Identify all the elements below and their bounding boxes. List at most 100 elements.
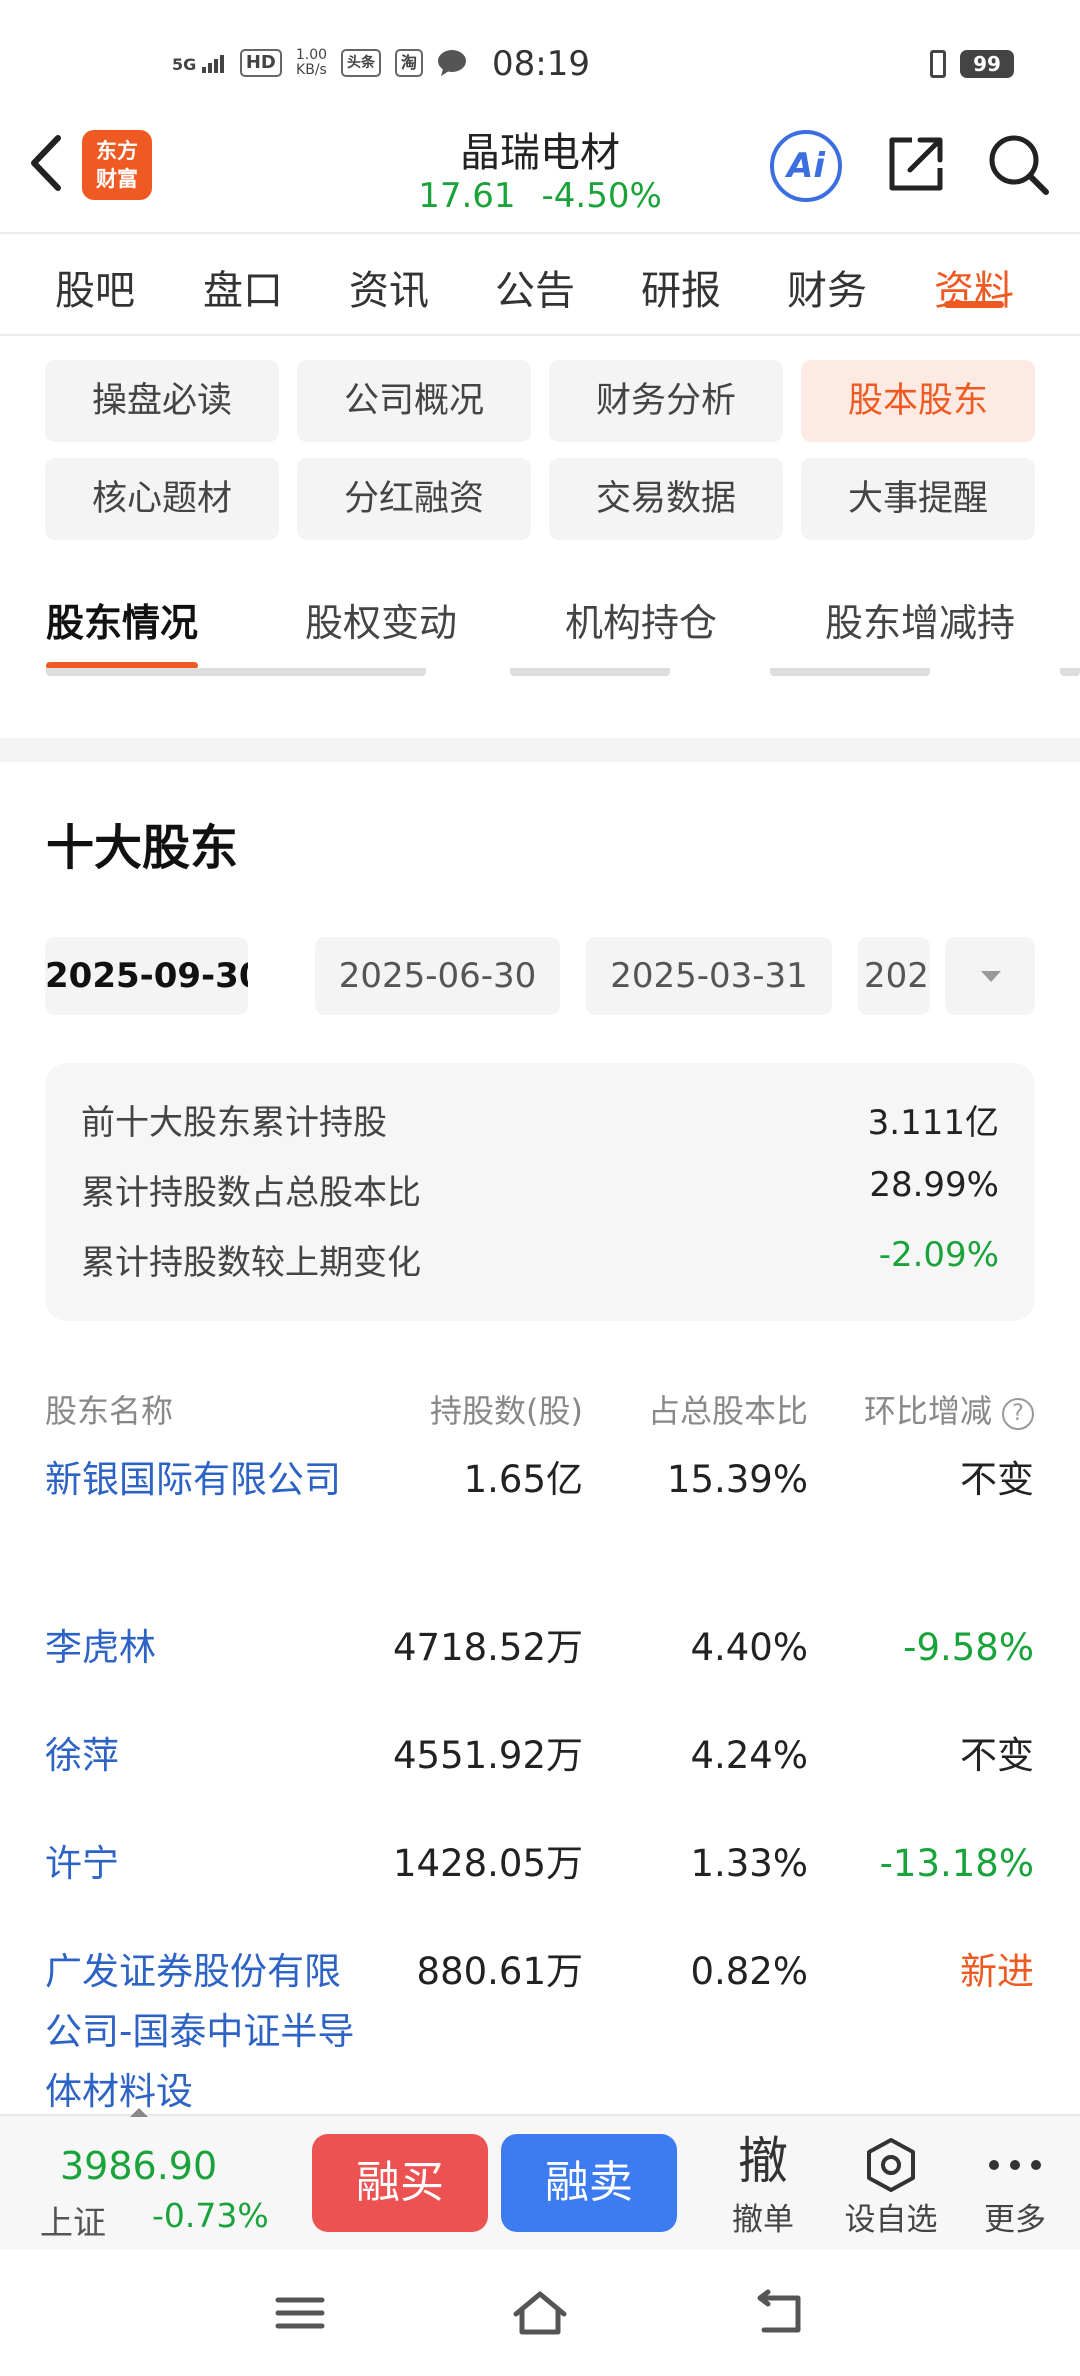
tab-announcement[interactable]: 公告 [495, 236, 575, 316]
share-ratio: 15.39% [666, 1458, 808, 1501]
subtab-shareholders[interactable]: 股本股东 [801, 360, 1035, 442]
cancel-order-label: 撤单 [732, 2202, 794, 2238]
status-bar: 5G HD 1.00 KB/s 头条 淘 08:19 99 [0, 0, 1080, 120]
summary-row: 累计持股数占总股本比 28.99% [81, 1165, 999, 1215]
toutiao-icon: 头条 [341, 49, 382, 77]
index-value[interactable]: 3986.90 [60, 2144, 217, 2188]
section-tab-institution-holdings[interactable]: 机构持仓 [565, 592, 717, 647]
change-value: 不变 [960, 1734, 1034, 1777]
summary-value: 3.111亿 [867, 1103, 999, 1143]
status-icons-right: 99 [930, 50, 1014, 78]
margin-buy-button[interactable]: 融买 [312, 2134, 488, 2232]
summary-row: 累计持股数较上期变化 -2.09% [81, 1235, 999, 1285]
more-dots-icon [989, 2159, 1041, 2170]
shareholder-name[interactable]: 许宁 [45, 1834, 365, 1894]
more-label: 更多 [984, 2202, 1046, 2238]
section-tab-equity-change[interactable]: 股权变动 [305, 592, 457, 647]
subtab-trading-guide[interactable]: 操盘必读 [45, 360, 279, 442]
hd-icon: HD [239, 49, 282, 77]
summary-value: -2.09% [878, 1235, 999, 1275]
date-chip[interactable]: 202 [858, 937, 930, 1015]
tab-pankou[interactable]: 盘口 [203, 236, 283, 316]
column-header-shares: 持股数(股) [430, 1392, 583, 1430]
battery-icon: 99 [960, 50, 1014, 78]
shares-held: 4718.52万 [392, 1626, 583, 1669]
shareholder-name[interactable]: 新银国际有限公司 [45, 1450, 365, 1510]
vibrate-icon [930, 50, 946, 78]
home-icon[interactable] [512, 2288, 568, 2338]
section-tab-shareholder-info[interactable]: 股东情况 [46, 592, 199, 669]
ai-button[interactable]: Ai [770, 130, 842, 202]
stock-change: -4.50% [541, 176, 662, 216]
network-type: 5G [172, 54, 197, 74]
report-date-selector: 2025-09-30 2025-06-30 2025-03-31 202 [45, 937, 1035, 1015]
shares-held: 1428.05万 [392, 1842, 583, 1885]
main-tabs: 股吧 盘口 资讯 公告 研报 财务 资料 [0, 236, 1080, 336]
tab-profile[interactable]: 资料 [934, 236, 1014, 316]
subtab-company-overview[interactable]: 公司概况 [297, 360, 531, 442]
tab-news[interactable]: 资讯 [349, 236, 429, 316]
stock-header: 东方 财富 晶瑞电材 17.61 -4.50% Ai [0, 110, 1080, 234]
subtab-trading-data[interactable]: 交易数据 [549, 458, 783, 540]
expand-caret-icon[interactable] [130, 2108, 148, 2117]
share-ratio: 4.40% [690, 1626, 808, 1669]
cancel-order-button[interactable]: 撤 撤单 [708, 2130, 818, 2239]
speed-value: 1.00 [295, 47, 328, 63]
date-chip[interactable]: 2025-09-30 [45, 937, 248, 1015]
shareholder-name[interactable]: 徐萍 [45, 1726, 365, 1786]
stock-price: 17.61 [418, 176, 516, 216]
summary-label: 累计持股数占总股本比 [81, 1173, 421, 1213]
add-watchlist-button[interactable]: 设自选 [836, 2130, 946, 2239]
add-watchlist-label: 设自选 [844, 2202, 938, 2238]
tab-finance[interactable]: 财务 [787, 236, 867, 316]
shares-held: 4551.92万 [392, 1734, 583, 1777]
subtab-core-themes[interactable]: 核心题材 [45, 458, 279, 540]
column-header-name: 股东名称 [45, 1392, 174, 1430]
date-chip[interactable]: 2025-03-31 [586, 937, 832, 1015]
subtab-financial-analysis[interactable]: 财务分析 [549, 360, 783, 442]
date-chip[interactable]: 2025-06-30 [315, 937, 560, 1015]
tab-research[interactable]: 研报 [641, 236, 721, 316]
help-icon[interactable]: ? [1002, 1398, 1034, 1430]
back-nav-icon[interactable] [752, 2288, 808, 2338]
section-divider [0, 738, 1080, 762]
change-value: 不变 [960, 1458, 1034, 1501]
column-header-ratio: 占总股本比 [647, 1392, 808, 1430]
shareholder-name[interactable]: 广发证券股份有限公司-国泰中证半导体材料设 [45, 1942, 365, 2114]
summary-label: 前十大股东累计持股 [81, 1103, 387, 1143]
network-speed: 1.00 KB/s [296, 48, 327, 78]
column-header-change-label: 环比增减 [863, 1392, 992, 1430]
shares-held: 880.61万 [416, 1950, 583, 1993]
share-icon[interactable] [884, 132, 948, 196]
subtab-events[interactable]: 大事提醒 [801, 458, 1035, 540]
search-icon[interactable] [986, 132, 1052, 198]
summary-label: 累计持股数较上期变化 [81, 1243, 421, 1283]
shareholder-table: 新银国际有限公司 1.65亿 15.39% 不变 李虎林 4718.52万 4.… [0, 1450, 1080, 2114]
more-button[interactable]: 更多 [960, 2130, 1070, 2239]
margin-sell-button[interactable]: 融卖 [501, 2134, 677, 2232]
index-name[interactable]: 上证 [40, 2196, 106, 2244]
share-ratio: 1.33% [690, 1842, 808, 1885]
holding-summary: 前十大股东累计持股 3.111亿 累计持股数占总股本比 28.99% 累计持股数… [45, 1063, 1035, 1321]
subtab-dividends[interactable]: 分红融资 [297, 458, 531, 540]
shares-held: 1.65亿 [463, 1458, 583, 1501]
taobao-icon: 淘 [395, 49, 424, 77]
status-icons-left: 5G HD 1.00 KB/s 头条 淘 [172, 48, 467, 78]
summary-row: 前十大股东累计持股 3.111亿 [81, 1095, 999, 1145]
menu-icon[interactable] [272, 2288, 328, 2338]
summary-value: 28.99% [869, 1165, 999, 1205]
bottom-trade-bar: 3986.90 上证 -0.73% 融买 融卖 撤 撤单 设自选 更多 [0, 2108, 1080, 2250]
sub-tabs: 操盘必读 公司概况 财务分析 股本股东 核心题材 分红融资 交易数据 大事提醒 [45, 360, 1035, 540]
clock: 08:19 [492, 44, 590, 84]
watchlist-icon [867, 2137, 915, 2192]
section-tab-holding-changes[interactable]: 股东增减持 [825, 592, 1015, 647]
change-value: -9.58% [903, 1626, 1034, 1669]
shareholder-name[interactable]: 李虎林 [45, 1618, 365, 1678]
tab-guba[interactable]: 股吧 [55, 236, 135, 316]
column-header-change: 环比增减? [864, 1386, 1034, 1432]
date-dropdown-chevron-icon[interactable] [945, 937, 1035, 1015]
cancel-order-icon: 撤 [738, 2132, 788, 2190]
scrolled-row-remnant [0, 668, 1080, 682]
change-value: 新进 [960, 1950, 1034, 1993]
index-change[interactable]: -0.73% [152, 2196, 269, 2235]
